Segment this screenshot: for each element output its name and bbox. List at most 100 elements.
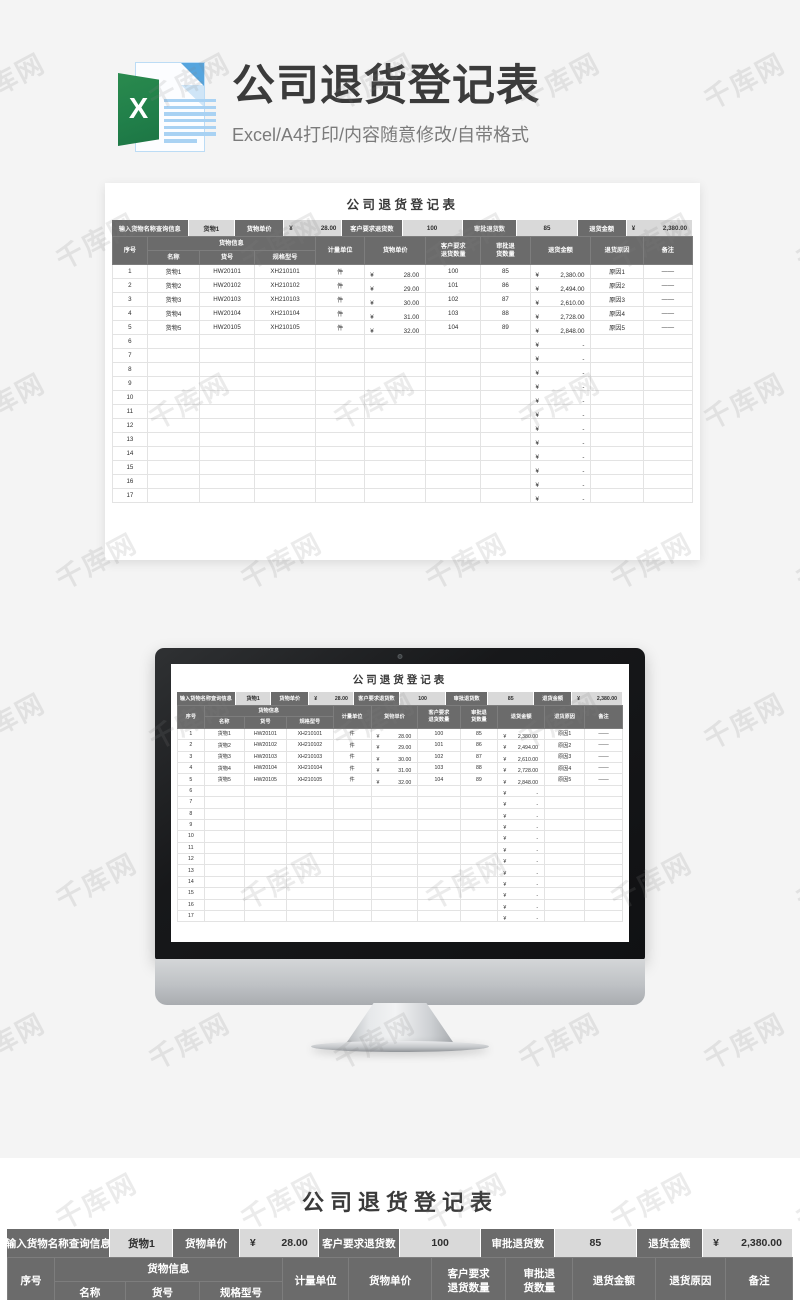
cell-amount[interactable]: ¥2,848.00 (529, 320, 592, 335)
cell-seq[interactable]: 9 (177, 818, 205, 832)
cell-approved-qty[interactable]: 89 (480, 320, 531, 335)
cell-unit[interactable] (314, 418, 366, 433)
table-row[interactable]: 2 货物2 HW20102 XH210102 件 ¥29.00 101 86 ¥2,494.00… (177, 739, 623, 752)
table-row[interactable]: 1 货物1 HW20101 XH210101 件 ¥28.00 100 85 ¥2,380.00… (112, 264, 694, 279)
table-row[interactable]: 12 ¥ - (112, 418, 694, 433)
cell-name[interactable]: 货物2 (203, 739, 245, 752)
cell-code[interactable] (198, 418, 256, 433)
cell-seq[interactable]: 7 (112, 348, 148, 363)
cell-unit[interactable] (314, 362, 366, 377)
cell-name[interactable]: 货物4 (146, 306, 200, 321)
toolbar-cell-3[interactable]: ¥28.00 (309, 692, 354, 705)
cell-approved-qty[interactable]: 88 (480, 306, 531, 321)
cell-approved-qty[interactable] (459, 853, 499, 866)
cell-name[interactable] (203, 864, 245, 877)
table-row[interactable]: 4 货物4 HW20104 XH210104 件 ¥31.00 103 88 ¥2,728.00… (112, 306, 694, 321)
table-row[interactable]: 5 货物5 HW20105 XH210105 件 ¥32.00 104 89 ¥2,848.00… (112, 320, 694, 335)
cell-reason[interactable] (544, 830, 586, 843)
cell-approved-qty[interactable]: 85 (480, 264, 531, 279)
cell-requested-qty[interactable] (425, 460, 482, 475)
cell-amount[interactable]: ¥ - (529, 460, 592, 475)
cell-unit[interactable] (314, 334, 366, 349)
cell-unit[interactable] (314, 348, 366, 363)
cell-spec[interactable]: XH210102 (286, 739, 334, 752)
cell-spec[interactable] (286, 796, 334, 809)
cell-remark[interactable] (642, 432, 694, 447)
cell-remark[interactable]: —— (642, 292, 694, 307)
cell-code[interactable] (243, 830, 288, 843)
cell-name[interactable] (146, 460, 200, 475)
cell-spec[interactable] (254, 376, 316, 391)
cell-amount[interactable]: ¥2,610.00 (497, 750, 546, 763)
cell-spec[interactable] (254, 404, 316, 419)
cell-remark[interactable]: —— (642, 278, 694, 293)
cell-spec[interactable] (254, 348, 316, 363)
cell-name[interactable] (203, 807, 245, 820)
cell-price[interactable] (364, 390, 427, 405)
table-row[interactable]: 13 ¥ - (177, 864, 623, 877)
cell-price[interactable] (364, 418, 427, 433)
cell-name[interactable]: 货物4 (203, 761, 245, 775)
cell-name[interactable]: 货物1 (203, 727, 245, 741)
table-row[interactable]: 17 ¥ - (177, 910, 623, 923)
cell-name[interactable] (203, 841, 245, 855)
cell-seq[interactable]: 14 (112, 446, 148, 461)
cell-price[interactable] (370, 875, 419, 889)
cell-amount[interactable]: ¥2,494.00 (497, 739, 546, 752)
cell-approved-qty[interactable] (480, 404, 531, 419)
table-row[interactable]: 8 ¥ - (177, 807, 623, 820)
cell-code[interactable] (198, 334, 256, 349)
cell-reason[interactable] (590, 446, 644, 461)
cell-seq[interactable]: 11 (112, 404, 148, 419)
cell-spec[interactable] (254, 390, 316, 405)
cell-name[interactable] (146, 446, 200, 461)
cell-spec[interactable]: XH210103 (286, 750, 334, 763)
toolbar-cell-5[interactable]: 100 (402, 220, 463, 236)
cell-price[interactable]: ¥32.00 (370, 773, 419, 786)
toolbar-cell-9[interactable]: ¥2,380.00 (572, 692, 624, 705)
cell-reason[interactable] (544, 841, 586, 855)
cell-amount[interactable]: ¥ - (497, 875, 546, 889)
cell-seq[interactable]: 3 (177, 750, 205, 763)
toolbar-cell-3[interactable]: ¥28.00 (239, 1229, 319, 1257)
cell-code[interactable]: HW20101 (243, 727, 288, 741)
cell-price[interactable] (370, 818, 419, 832)
cell-name[interactable] (146, 376, 200, 391)
cell-unit[interactable] (332, 784, 372, 798)
cell-amount[interactable]: ¥ - (529, 488, 592, 503)
cell-code[interactable] (243, 807, 288, 820)
toolbar-cell-1[interactable]: 货物1 (188, 220, 236, 236)
toolbar-cell-7[interactable]: 85 (517, 220, 578, 236)
cell-approved-qty[interactable] (459, 898, 499, 912)
cell-approved-qty[interactable] (480, 376, 531, 391)
cell-remark[interactable] (584, 841, 623, 855)
cell-name[interactable] (146, 404, 200, 419)
cell-seq[interactable]: 8 (177, 807, 205, 820)
cell-unit[interactable] (332, 818, 372, 832)
cell-seq[interactable]: 4 (177, 761, 205, 775)
cell-requested-qty[interactable]: 100 (417, 727, 461, 741)
cell-remark[interactable] (642, 390, 694, 405)
cell-unit[interactable] (314, 460, 366, 475)
cell-price[interactable] (364, 446, 427, 461)
cell-amount[interactable]: ¥ - (497, 853, 546, 866)
cell-requested-qty[interactable] (425, 488, 482, 503)
cell-amount[interactable]: ¥ - (529, 418, 592, 433)
cell-amount[interactable]: ¥2,610.00 (529, 292, 592, 307)
cell-remark[interactable] (642, 446, 694, 461)
cell-seq[interactable]: 8 (112, 362, 148, 377)
cell-unit[interactable] (314, 446, 366, 461)
cell-reason[interactable] (590, 334, 644, 349)
cell-remark[interactable] (584, 875, 623, 889)
cell-price[interactable]: ¥29.00 (370, 739, 419, 752)
cell-approved-qty[interactable] (480, 488, 531, 503)
cell-spec[interactable] (286, 910, 334, 923)
cell-approved-qty[interactable] (459, 796, 499, 809)
cell-price[interactable] (364, 362, 427, 377)
cell-seq[interactable]: 1 (112, 264, 148, 279)
cell-seq[interactable]: 15 (177, 887, 205, 900)
cell-amount[interactable]: ¥ - (529, 432, 592, 447)
cell-price[interactable] (364, 334, 427, 349)
cell-spec[interactable]: XH210104 (286, 761, 334, 775)
cell-requested-qty[interactable] (417, 830, 461, 843)
